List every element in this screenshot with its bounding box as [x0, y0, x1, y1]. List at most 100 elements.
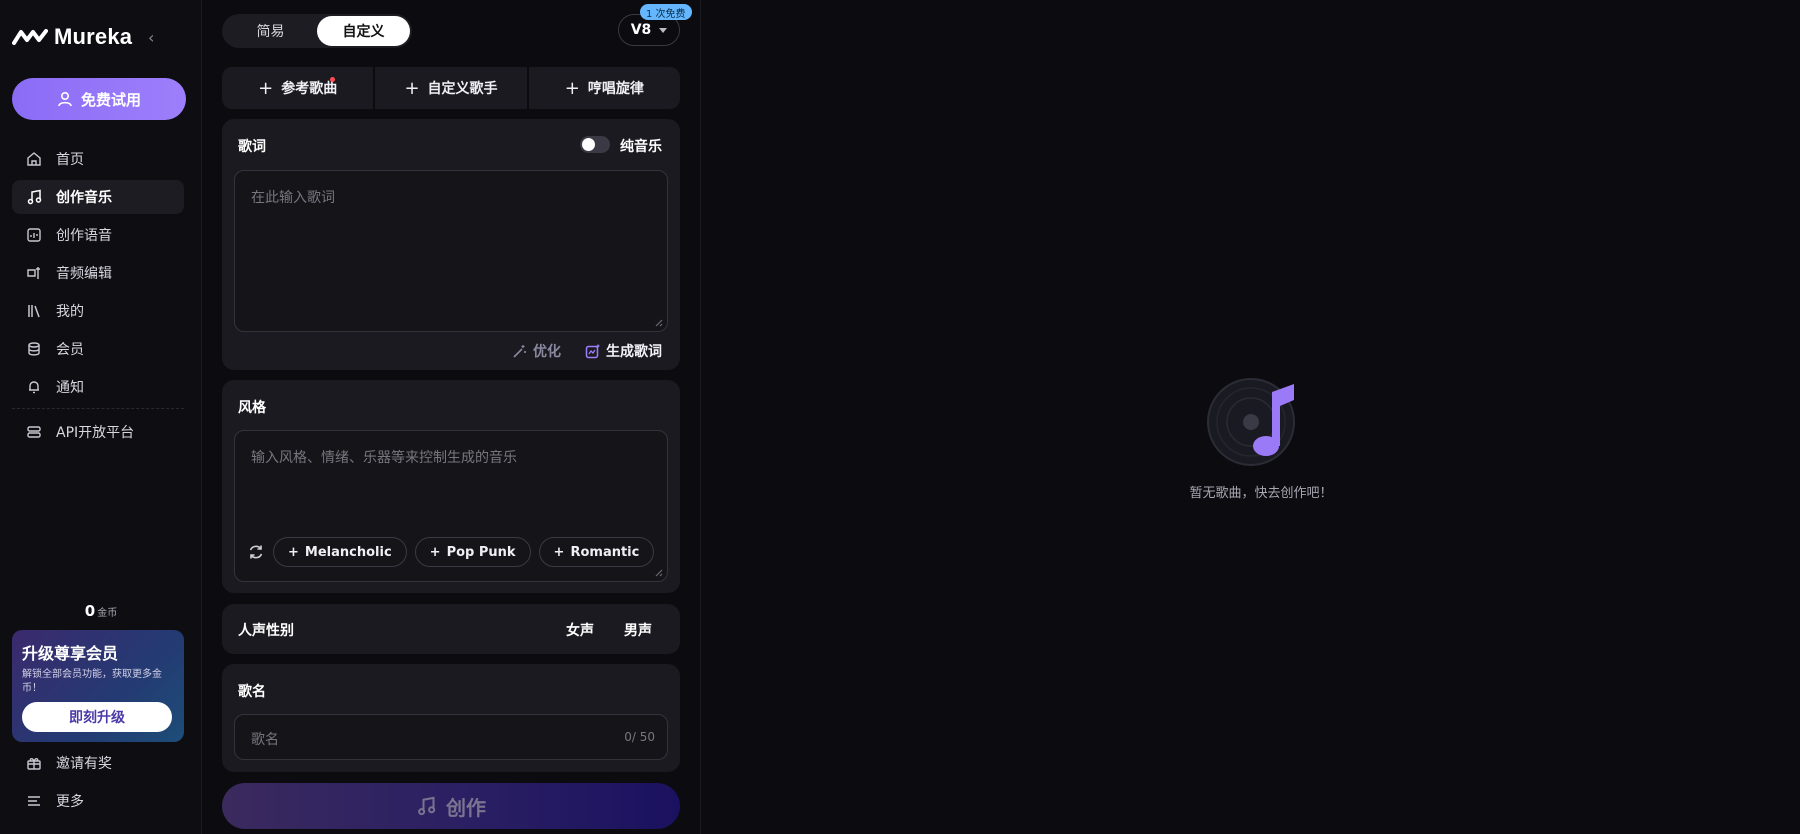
resize-handle-icon[interactable]	[653, 567, 663, 577]
tab-custom[interactable]: 自定义	[317, 16, 410, 46]
sidebar: Mureka ‹ 免费试用 首页 创作音乐 创作语音 音频编辑 我的 会员 通知…	[0, 0, 202, 834]
vinyl-music-icon	[1207, 378, 1295, 466]
chevron-down-icon	[659, 27, 668, 33]
collapse-sidebar-icon[interactable]: ‹	[148, 28, 154, 47]
optimize-button[interactable]: 优化	[512, 341, 561, 361]
generate-lyrics-button[interactable]: 生成歌词	[585, 341, 662, 361]
sidebar-item-label: 首页	[56, 152, 84, 168]
generate-lyrics-label: 生成歌词	[606, 344, 662, 360]
sidebar-item-membership[interactable]: 会员	[12, 332, 184, 366]
style-chip[interactable]: + Melancholic	[273, 537, 407, 567]
style-chip[interactable]: + Romantic	[538, 537, 655, 567]
sidebar-item-label: 音频编辑	[56, 266, 112, 282]
song-name-title: 歌名	[238, 684, 266, 700]
song-name-placeholder: 歌名	[251, 732, 279, 748]
reference-song-button[interactable]: + 参考歌曲	[222, 67, 376, 109]
mureka-logo-icon	[12, 29, 48, 45]
female-voice-option[interactable]: 女声	[566, 620, 594, 640]
generate-lyrics-icon	[585, 344, 600, 358]
sidebar-item-label: 更多	[56, 794, 84, 810]
instrumental-toggle[interactable]	[580, 136, 610, 153]
sidebar-item-label: 通知	[56, 380, 84, 396]
lyrics-actions: 优化 生成歌词	[512, 341, 662, 361]
custom-singer-button[interactable]: + 自定义歌手	[375, 67, 529, 109]
sidebar-bottom-nav: 邀请有奖 更多	[12, 746, 184, 822]
sidebar-item-home[interactable]: 首页	[12, 142, 184, 176]
sidebar-item-label: API开放平台	[56, 425, 135, 441]
sidebar-item-create-music[interactable]: 创作音乐	[12, 180, 184, 214]
user-icon	[58, 91, 72, 107]
sidebar-item-audio-edit[interactable]: 音频编辑	[12, 256, 184, 290]
style-chip-label: Pop Punk	[446, 544, 516, 560]
song-name-card: 歌名 歌名 0/ 50	[222, 664, 680, 772]
hum-melody-button[interactable]: + 哼唱旋律	[529, 67, 680, 109]
style-input[interactable]: 输入风格、情绪、乐器等来控制生成的音乐 + Melancholic + Pop Pu…	[234, 430, 668, 582]
style-chip-label: Romantic	[570, 544, 640, 560]
sidebar-item-create-voice[interactable]: 创作语音	[12, 218, 184, 252]
free-trial-label: 免费试用	[80, 90, 141, 109]
song-name-input[interactable]: 歌名 0/ 50	[234, 714, 668, 760]
sidebar-item-label: 我的	[56, 304, 84, 320]
sidebar-item-api-platform[interactable]: API开放平台	[12, 415, 184, 449]
main-area: 暂无歌曲，快去创作吧！	[700, 0, 1800, 834]
plus-icon: +	[429, 544, 441, 560]
plus-icon: +	[258, 77, 274, 99]
sidebar-item-label: 创作语音	[56, 228, 112, 244]
menu-icon	[28, 796, 40, 806]
plus-icon: +	[564, 77, 580, 99]
gift-icon	[27, 758, 41, 770]
sidebar-item-more[interactable]: 更多	[12, 784, 184, 818]
vocal-gender-title: 人声性别	[238, 623, 294, 639]
free-trial-button[interactable]: 免费试用	[12, 78, 186, 120]
sidebar-item-label: 会员	[56, 342, 84, 358]
app-root: Mureka ‹ 免费试用 首页 创作音乐 创作语音 音频编辑 我的 会员 通知…	[0, 0, 1800, 834]
sidebar-item-invite[interactable]: 邀请有奖	[12, 746, 184, 780]
music-note-icon	[27, 189, 42, 205]
style-chip[interactable]: + Pop Punk	[414, 537, 531, 567]
brand-logo[interactable]: Mureka	[12, 24, 132, 50]
style-chip-label: Melancholic	[304, 544, 392, 560]
plus-icon: +	[553, 544, 565, 560]
vocal-gender-card: 人声性别 女声 男声	[222, 604, 680, 654]
style-title: 风格	[238, 400, 266, 416]
new-dot-indicator	[330, 77, 335, 82]
library-icon	[28, 305, 40, 318]
reference-song-label: 参考歌曲	[281, 81, 338, 97]
refresh-icon[interactable]	[247, 537, 265, 567]
lyrics-input[interactable]: 在此输入歌词	[234, 170, 668, 332]
model-version-label: V8	[630, 22, 652, 38]
vocal-gender-options: 女声 男声	[566, 620, 652, 640]
upgrade-card: 升级尊享会员 解锁全部会员功能，获取更多金币！ 即刻升级	[12, 630, 184, 742]
free-uses-badge: 1 次免费	[640, 4, 692, 20]
lyrics-card: 歌词 纯音乐 在此输入歌词 优化 生成歌词	[222, 119, 680, 370]
upgrade-title: 升级尊享会员	[22, 644, 119, 663]
style-placeholder: 输入风格、情绪、乐器等来控制生成的音乐	[251, 450, 517, 466]
sidebar-nav: 首页 创作音乐 创作语音 音频编辑 我的 会员 通知 API开放平台	[12, 142, 184, 453]
style-card: 风格 输入风格、情绪、乐器等来控制生成的音乐 + Melancholic + Pop…	[222, 380, 680, 593]
song-name-counter: 0/ 50	[624, 730, 655, 744]
style-chips: +Melancholic +Pop Punk +Romantic +C	[247, 537, 657, 567]
sidebar-item-notifications[interactable]: 通知	[12, 370, 184, 404]
coin-unit: 金币	[97, 608, 118, 619]
create-button[interactable]: 创作	[222, 783, 680, 829]
optimize-label: 优化	[533, 344, 561, 360]
coin-value: 0	[84, 602, 96, 620]
voice-icon	[27, 228, 41, 242]
tool-row: + 参考歌曲 + 自定义歌手 + 哼唱旋律	[222, 67, 680, 109]
tab-simple[interactable]: 简易	[224, 16, 317, 46]
create-label: 创作	[446, 795, 486, 820]
sidebar-item-label: 创作音乐	[56, 190, 112, 206]
nav-divider	[12, 408, 184, 409]
resize-handle-icon[interactable]	[653, 317, 663, 327]
plus-icon: +	[288, 544, 299, 560]
custom-singer-label: 自定义歌手	[427, 81, 498, 97]
audio-edit-icon	[27, 267, 40, 279]
server-icon	[27, 426, 41, 438]
bell-icon	[29, 381, 39, 394]
sidebar-item-mine[interactable]: 我的	[12, 294, 184, 328]
upgrade-now-button[interactable]: 即刻升级	[22, 702, 172, 732]
upgrade-description: 解锁全部会员功能，获取更多金币！	[22, 669, 162, 694]
magic-wand-icon	[513, 344, 526, 358]
male-voice-option[interactable]: 男声	[624, 620, 652, 640]
create-form: 简易 自定义 V8 1 次免费 + 参考歌曲 + 自定义歌手 + 哼唱旋律 歌词…	[222, 0, 692, 834]
